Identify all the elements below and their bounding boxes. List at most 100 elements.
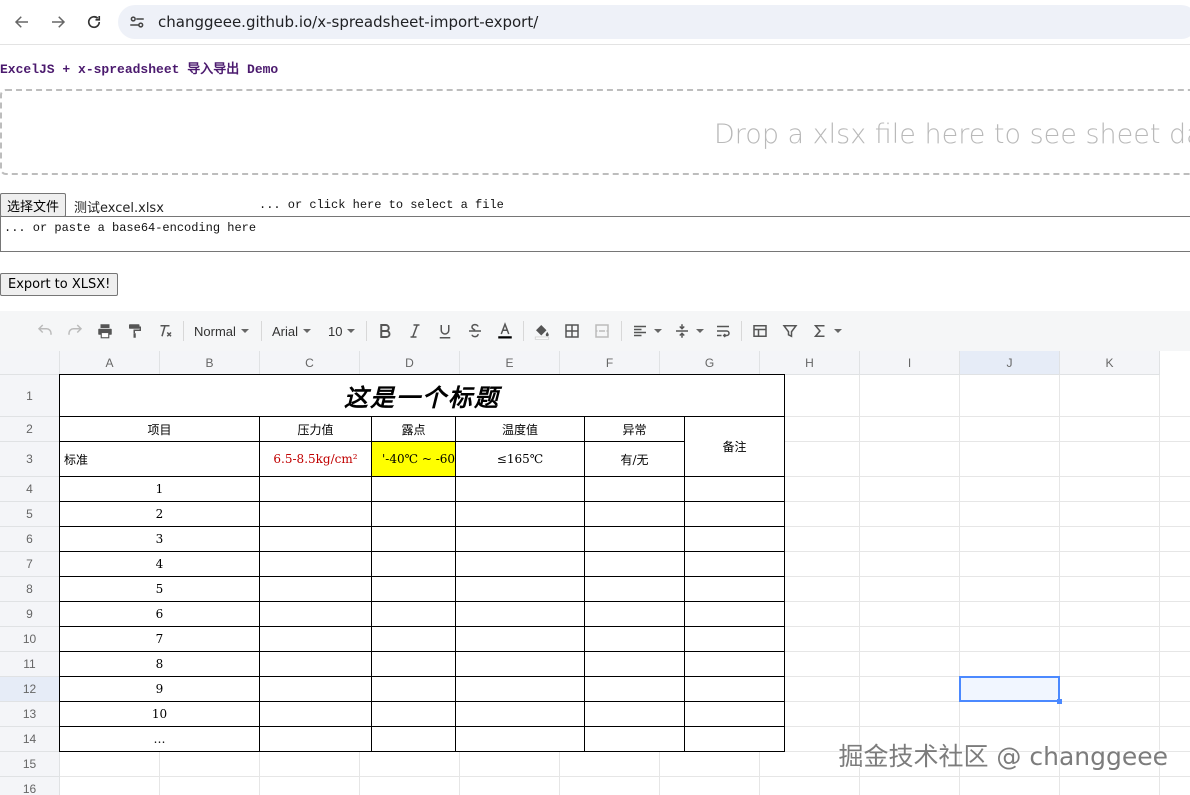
cell-empty[interactable] xyxy=(684,476,785,502)
row-header-1[interactable]: 1 xyxy=(0,375,60,417)
cell-empty[interactable] xyxy=(259,476,372,502)
forward-icon[interactable] xyxy=(45,9,71,35)
cell-item[interactable]: 5 xyxy=(59,576,260,602)
spreadsheet-grid[interactable]: A B C D E F G H I J K 1 2 3 4 5 6 7 8 9 10 11 12 13 14 15 16 这是一个标题… xyxy=(0,351,1190,795)
cell-empty[interactable] xyxy=(371,726,456,752)
cell-empty[interactable] xyxy=(371,601,456,627)
column-header-i[interactable]: I xyxy=(860,351,960,375)
column-header-e[interactable]: E xyxy=(460,351,560,375)
cell-empty[interactable] xyxy=(455,576,585,602)
cell-empty[interactable] xyxy=(584,551,685,577)
cell-header-remark[interactable]: 备注 xyxy=(684,416,785,477)
cell-empty[interactable] xyxy=(684,576,785,602)
cell-item[interactable]: 7 xyxy=(59,626,260,652)
base64-textarea[interactable]: ... or paste a base64-encoding here xyxy=(0,216,1190,252)
column-header-b[interactable]: B xyxy=(160,351,260,375)
row-header-11[interactable]: 11 xyxy=(0,652,60,677)
row-header-12[interactable]: 12 xyxy=(0,677,60,702)
cell-empty[interactable] xyxy=(455,701,585,727)
cell-empty[interactable] xyxy=(684,626,785,652)
selected-cell[interactable] xyxy=(959,676,1060,702)
cell-empty[interactable] xyxy=(684,526,785,552)
cell-header-item[interactable]: 项目 xyxy=(59,416,260,442)
cell-standard-dew[interactable]: '-40℃ ~ -60℃ xyxy=(371,441,456,477)
export-xlsx-button[interactable]: Export to XLSX! xyxy=(0,273,119,296)
back-icon[interactable] xyxy=(9,9,35,35)
row-header-9[interactable]: 9 xyxy=(0,602,60,627)
row-header-4[interactable]: 4 xyxy=(0,477,60,502)
font-dropdown[interactable]: Arial xyxy=(272,319,312,343)
cell-header-temp[interactable]: 温度值 xyxy=(455,416,585,442)
cell-empty[interactable] xyxy=(684,701,785,727)
cell-empty[interactable] xyxy=(584,526,685,552)
row-header-14[interactable]: 14 xyxy=(0,727,60,752)
cell-empty[interactable] xyxy=(455,476,585,502)
url-text[interactable]: changgeee.github.io/x-spreadsheet-import… xyxy=(158,13,538,31)
cell-empty[interactable] xyxy=(259,526,372,552)
cell-item[interactable]: 9 xyxy=(59,676,260,702)
cell-empty[interactable] xyxy=(684,501,785,527)
reload-icon[interactable] xyxy=(81,9,107,35)
freeze-icon[interactable] xyxy=(751,319,769,343)
bold-icon[interactable] xyxy=(376,319,394,343)
cell-empty[interactable] xyxy=(684,551,785,577)
print-icon[interactable] xyxy=(96,319,114,343)
cell-item[interactable]: 2 xyxy=(59,501,260,527)
cell-standard-pressure[interactable]: 6.5-8.5kg/cm² xyxy=(259,441,372,477)
cell-title[interactable]: 这是一个标题 xyxy=(59,374,785,417)
click-select-text[interactable]: ... or click here to select a file xyxy=(259,198,504,212)
cell-empty[interactable] xyxy=(455,651,585,677)
column-header-a[interactable]: A xyxy=(60,351,160,375)
italic-icon[interactable] xyxy=(406,319,424,343)
cell-empty[interactable] xyxy=(259,576,372,602)
valign-dropdown[interactable] xyxy=(673,319,704,343)
row-header-13[interactable]: 13 xyxy=(0,702,60,727)
row-header-10[interactable]: 10 xyxy=(0,627,60,652)
clear-format-icon[interactable] xyxy=(156,319,174,343)
cell-item[interactable]: 1 xyxy=(59,476,260,502)
cell-empty[interactable] xyxy=(371,651,456,677)
column-header-c[interactable]: C xyxy=(260,351,360,375)
cell-item[interactable]: … xyxy=(59,726,260,752)
filter-icon[interactable] xyxy=(781,319,799,343)
cell-empty[interactable] xyxy=(371,701,456,727)
row-header-5[interactable]: 5 xyxy=(0,502,60,527)
cell-empty[interactable] xyxy=(684,726,785,752)
row-header-8[interactable]: 8 xyxy=(0,577,60,602)
merge-cells-icon[interactable] xyxy=(593,319,611,343)
site-settings-icon[interactable] xyxy=(128,13,146,31)
cell-empty[interactable] xyxy=(584,476,685,502)
cell-empty[interactable] xyxy=(584,701,685,727)
cell-empty[interactable] xyxy=(371,526,456,552)
cell-empty[interactable] xyxy=(259,726,372,752)
format-dropdown[interactable]: Normal xyxy=(194,319,249,343)
cell-header-abnormal[interactable]: 异常 xyxy=(584,416,685,442)
underline-icon[interactable] xyxy=(436,319,454,343)
cell-empty[interactable] xyxy=(584,626,685,652)
address-bar[interactable]: changgeee.github.io/x-spreadsheet-import… xyxy=(118,5,1190,39)
cell-empty[interactable] xyxy=(455,551,585,577)
fill-color-icon[interactable] xyxy=(533,319,551,343)
cell-item[interactable]: 4 xyxy=(59,551,260,577)
cell-empty[interactable] xyxy=(371,676,456,702)
column-header-k[interactable]: K xyxy=(1060,351,1160,375)
cell-empty[interactable] xyxy=(584,501,685,527)
cell-empty[interactable] xyxy=(455,526,585,552)
choose-file-button[interactable]: 选择文件 xyxy=(0,193,67,217)
cell-empty[interactable] xyxy=(584,576,685,602)
strikethrough-icon[interactable] xyxy=(466,319,484,343)
cell-empty[interactable] xyxy=(584,726,685,752)
row-header-15[interactable]: 15 xyxy=(0,752,60,777)
cell-standard-temp[interactable]: ≤165℃ xyxy=(455,441,585,477)
cell-item[interactable]: 6 xyxy=(59,601,260,627)
fill-handle[interactable] xyxy=(1057,699,1062,704)
text-color-icon[interactable] xyxy=(496,319,514,343)
cell-empty[interactable] xyxy=(584,601,685,627)
row-header-6[interactable]: 6 xyxy=(0,527,60,552)
cell-empty[interactable] xyxy=(371,476,456,502)
sheet-corner[interactable] xyxy=(0,351,60,375)
borders-icon[interactable] xyxy=(563,319,581,343)
cell-item[interactable]: 10 xyxy=(59,701,260,727)
cell-empty[interactable] xyxy=(455,676,585,702)
column-header-h[interactable]: H xyxy=(760,351,860,375)
